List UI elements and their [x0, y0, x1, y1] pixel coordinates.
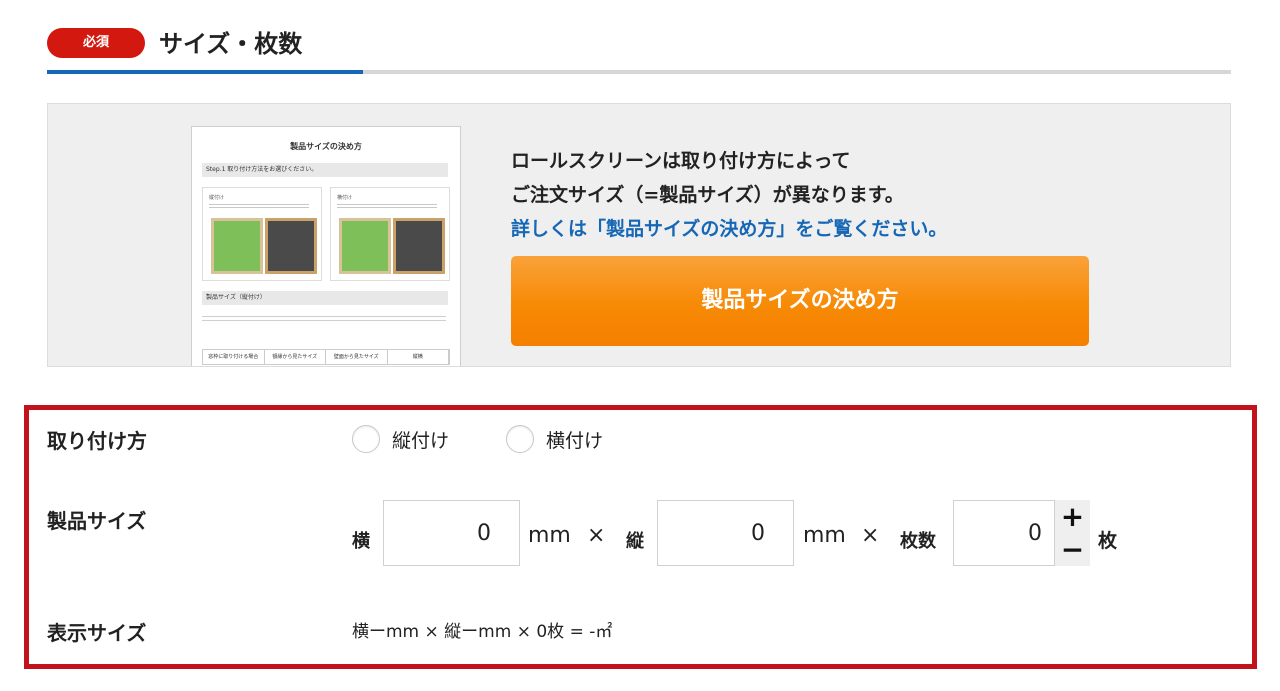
doc-preview-tab: 窓枠に取り付ける場合	[203, 350, 265, 364]
doc-preview-card-label: 横付け	[337, 195, 353, 201]
radio-label[interactable]: 縦付け	[392, 426, 449, 453]
description-line-2: ご注文サイズ（=製品サイズ）が異なります。	[511, 184, 904, 206]
radio-circle-icon[interactable]	[506, 425, 534, 453]
radio-label[interactable]: 横付け	[546, 426, 603, 453]
count-stepper[interactable]: + −	[1055, 500, 1090, 566]
radio-horizontal-mount[interactable]: 横付け	[506, 425, 603, 453]
doc-preview-title: 製品サイズの決め方	[290, 142, 362, 151]
doc-preview-tabs: 窓枠に取り付ける場合 額縁から見たサイズ 壁面から見たサイズ 縦横	[202, 349, 450, 365]
height-label: 縦	[626, 531, 644, 552]
product-size-label: 製品サイズ	[47, 509, 147, 533]
size-guide-button[interactable]: 製品サイズの決め方	[511, 256, 1089, 346]
section-divider-accent	[47, 70, 363, 74]
count-input[interactable]	[953, 500, 1055, 566]
doc-preview-card-label: 縦付け	[209, 195, 225, 201]
count-label: 枚数	[900, 531, 936, 552]
size-guide-description: ロールスクリーンは取り付け方によって ご注文サイズ（=製品サイズ）が異なります。…	[511, 144, 947, 246]
doc-preview-text	[202, 313, 446, 323]
doc-preview-tab: 額縁から見たサイズ	[265, 350, 326, 364]
doc-preview-lines	[209, 202, 309, 210]
mounting-label: 取り付け方	[47, 429, 147, 453]
size-guide-panel: 製品サイズの決め方 Step.1 取り付け方法をお選びください。 縦付け 横付け…	[47, 103, 1231, 367]
size-guide-document-preview[interactable]: 製品サイズの決め方 Step.1 取り付け方法をお選びください。 縦付け 横付け…	[191, 126, 461, 366]
window-photo	[393, 218, 445, 274]
size-guide-link[interactable]: 詳しくは「製品サイズの決め方」をご覧ください。	[511, 212, 947, 246]
display-size-label: 表示サイズ	[47, 621, 147, 645]
radio-vertical-mount[interactable]: 縦付け	[352, 425, 449, 453]
doc-preview-step-bar: Step.1 取り付け方法をお選びください。	[202, 163, 448, 177]
doc-preview-tab: 縦横	[388, 350, 449, 364]
window-illustration	[339, 218, 391, 274]
width-unit: mm	[528, 523, 571, 548]
doc-preview-card-vertical: 縦付け	[202, 187, 322, 281]
required-badge: 必須	[47, 28, 145, 58]
display-size-value: 横ーmm × 縦ーmm × 0枚 = -㎡	[352, 622, 613, 642]
doc-preview-size-bar: 製品サイズ（縦付け）	[202, 291, 448, 305]
window-illustration	[211, 218, 263, 274]
height-input[interactable]	[657, 500, 794, 566]
minus-icon[interactable]: −	[1055, 533, 1090, 566]
times-sign: ×	[861, 523, 880, 548]
window-photo	[265, 218, 317, 274]
description-line-1: ロールスクリーンは取り付け方によって	[511, 150, 851, 172]
height-unit: mm	[803, 523, 846, 548]
radio-circle-icon[interactable]	[352, 425, 380, 453]
times-sign: ×	[587, 523, 606, 548]
width-input[interactable]	[383, 500, 520, 566]
section-title: サイズ・枚数	[159, 30, 303, 58]
doc-preview-lines	[337, 202, 437, 210]
doc-preview-tab: 壁面から見たサイズ	[326, 350, 388, 364]
width-label: 横	[352, 531, 370, 552]
doc-preview-card-horizontal: 横付け	[330, 187, 450, 281]
plus-icon[interactable]: +	[1055, 500, 1090, 533]
count-unit: 枚	[1098, 530, 1118, 552]
